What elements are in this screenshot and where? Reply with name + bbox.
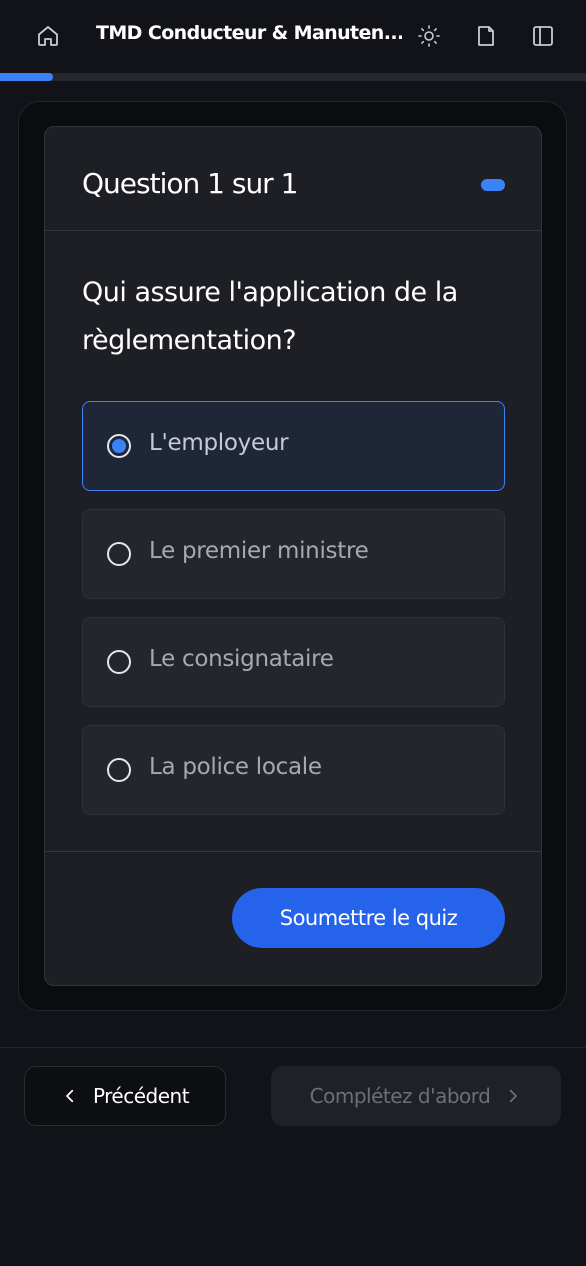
- document-button[interactable]: [471, 21, 501, 51]
- status-pill: [481, 179, 505, 191]
- answer-option[interactable]: La police locale: [82, 725, 505, 815]
- sidebar-toggle-button[interactable]: [528, 21, 558, 51]
- app-title: TMD Conducteur & Manuten...: [96, 22, 402, 44]
- radio-selected-dot: [112, 439, 126, 453]
- answer-option-label: Le consignataire: [149, 646, 334, 672]
- answer-option[interactable]: Le consignataire: [82, 617, 505, 707]
- submit-quiz-button[interactable]: Soumettre le quiz: [232, 888, 505, 948]
- radio-button[interactable]: [107, 542, 131, 566]
- answer-option-label: Le premier ministre: [149, 538, 369, 564]
- home-icon: [38, 26, 58, 46]
- next-button[interactable]: Complétez d'abord: [271, 1066, 561, 1126]
- progress-fill: [0, 73, 53, 81]
- answer-option-label: La police locale: [149, 754, 322, 780]
- progress-bar: [0, 73, 586, 81]
- previous-button[interactable]: Précédent: [24, 1066, 226, 1126]
- question-text: Qui assure l'application de la règlement…: [82, 277, 458, 356]
- document-icon: [478, 26, 494, 46]
- top-bar: TMD Conducteur & Manuten...: [0, 0, 586, 72]
- answer-option-label: L'employeur: [149, 430, 289, 456]
- radio-button[interactable]: [107, 650, 131, 674]
- chevron-right-icon: [510, 1089, 518, 1103]
- question-counter: Question 1 sur 1: [82, 167, 298, 200]
- sun-icon: [418, 25, 440, 47]
- card-footer-divider: [45, 851, 541, 852]
- bottom-divider: [0, 1047, 586, 1048]
- home-button[interactable]: [33, 21, 63, 51]
- sidebar-toggle-icon: [533, 26, 553, 46]
- theme-toggle-button[interactable]: [414, 21, 444, 51]
- answer-option[interactable]: L'employeur: [82, 401, 505, 491]
- radio-button[interactable]: [107, 758, 131, 782]
- previous-button-label: Précédent: [92, 1084, 190, 1108]
- answer-option[interactable]: Le premier ministre: [82, 509, 505, 599]
- next-button-label: Complétez d'abord: [309, 1084, 491, 1108]
- quiz-card-header: Question 1 sur 1: [45, 127, 541, 231]
- radio-button[interactable]: [107, 434, 131, 458]
- quiz-card: Question 1 sur 1 Qui assure l'applicatio…: [44, 126, 542, 986]
- chevron-left-icon: [66, 1089, 74, 1103]
